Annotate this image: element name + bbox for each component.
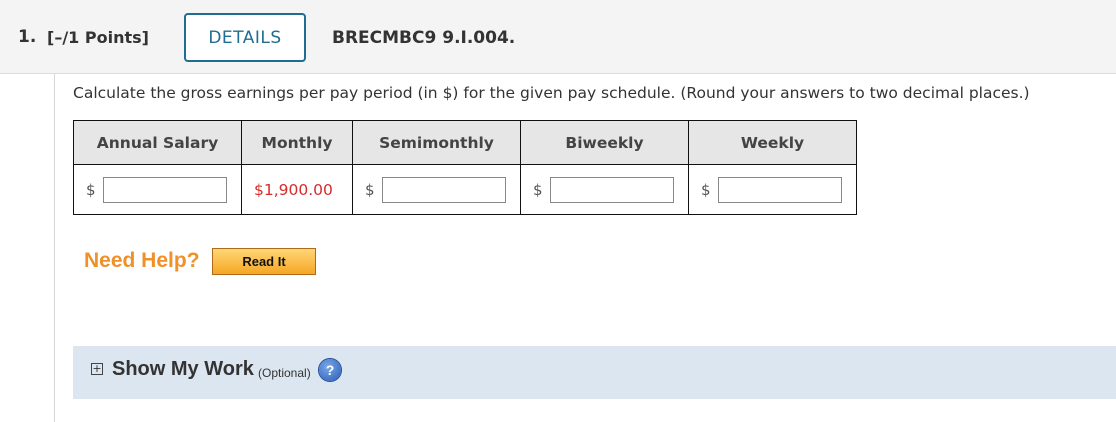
semimonthly-input[interactable] [382, 176, 506, 203]
column-header-semimonthly: Semimonthly [352, 120, 521, 165]
column-header-biweekly: Biweekly [520, 120, 689, 165]
question-prompt: Calculate the gross earnings per pay per… [73, 84, 1030, 102]
currency-symbol: $ [701, 180, 711, 199]
points-label: [–/1 Points] [47, 28, 149, 47]
show-my-work-title[interactable]: Show My Work [112, 358, 254, 381]
details-button[interactable]: DETAILS [184, 13, 306, 62]
question-header: 1. [–/1 Points] DETAILS BRECMBC9 9.I.004… [0, 0, 1116, 74]
need-help-label: Need Help? [84, 249, 200, 272]
cell-annual-salary: $ [73, 164, 242, 215]
cell-semimonthly: $ [352, 164, 521, 215]
table-header-row: Annual Salary Monthly Semimonthly Biweek… [73, 120, 857, 165]
question-number: 1. [18, 27, 37, 47]
currency-symbol: $ [86, 180, 96, 199]
left-divider [54, 74, 55, 422]
monthly-value: $1,900.00 [254, 180, 333, 199]
cell-weekly: $ [688, 164, 857, 215]
annual-salary-input[interactable] [103, 176, 227, 203]
weekly-input[interactable] [718, 176, 842, 203]
column-header-monthly: Monthly [241, 120, 353, 165]
show-my-work-panel: + Show My Work (Optional) ? [73, 346, 1116, 399]
help-question-icon[interactable]: ? [319, 359, 341, 381]
column-header-annual-salary: Annual Salary [73, 120, 242, 165]
currency-symbol: $ [533, 180, 543, 199]
column-header-weekly: Weekly [688, 120, 857, 165]
cell-monthly: $1,900.00 [241, 164, 353, 215]
read-it-button[interactable]: Read It [212, 248, 316, 275]
biweekly-input[interactable] [550, 176, 674, 203]
table-row: $ $1,900.00 $ $ $ [73, 164, 857, 215]
pay-schedule-table: Annual Salary Monthly Semimonthly Biweek… [73, 120, 857, 215]
expand-plus-icon[interactable]: + [91, 363, 103, 375]
question-id: BRECMBC9 9.I.004. [332, 28, 516, 48]
optional-label: (Optional) [258, 366, 311, 380]
cell-biweekly: $ [520, 164, 689, 215]
currency-symbol: $ [365, 180, 375, 199]
